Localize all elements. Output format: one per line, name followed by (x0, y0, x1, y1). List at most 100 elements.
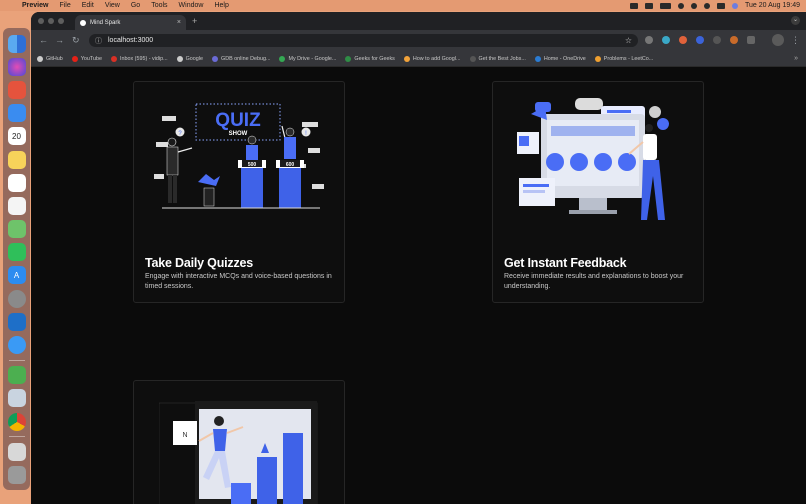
bookmark-item[interactable]: YouTube (71, 55, 102, 62)
preview-icon[interactable] (7, 389, 26, 408)
bookmark-label: Inbox (595) - vidip... (119, 55, 168, 62)
extension-icon-1[interactable] (662, 36, 670, 44)
finder-icon[interactable] (7, 34, 26, 53)
bookmark-item[interactable]: Google (176, 55, 203, 62)
address-bar[interactable]: ⓘ localhost:3000 ☆ (89, 34, 638, 47)
mail-icon[interactable] (7, 104, 26, 123)
url-text: localhost:3000 (108, 37, 154, 44)
extensions-puzzle-icon[interactable] (747, 36, 755, 44)
bookmark-item[interactable]: Inbox (595) - vidip... (110, 55, 168, 62)
numbers-icon[interactable] (7, 243, 26, 262)
new-tab-plus-icon[interactable]: + (192, 16, 197, 26)
vscode-icon[interactable] (7, 312, 26, 331)
metamask-extension-icon[interactable] (730, 36, 738, 44)
close-tab-icon[interactable]: × (177, 19, 181, 26)
site-info-icon[interactable]: ⓘ (95, 36, 102, 46)
minimize-window-button[interactable] (48, 18, 54, 24)
menu-help[interactable]: Help (214, 2, 228, 9)
bookmark-item[interactable]: GitHub (37, 55, 63, 62)
user-status-icon[interactable] (690, 2, 697, 9)
progress-chart-illustration: N (159, 401, 318, 504)
browser-toolbar: ← → ↻ ⓘ localhost:3000 ☆ ⋮ (31, 30, 806, 51)
reminders-icon[interactable] (7, 196, 26, 215)
bookmark-item[interactable]: Home - OneDrive (534, 55, 586, 62)
bookmark-label: YouTube (80, 55, 102, 62)
browser-window: Mind Spark × + ⌄ ← → ↻ ⓘ localhost:3000 … (31, 12, 806, 504)
bookmark-item[interactable]: Get the Best Jobs... (469, 55, 526, 62)
tab-search-chevron-icon[interactable]: ⌄ (791, 16, 800, 25)
macos-menu-bar: Preview File Edit View Go Tools Window H… (0, 0, 806, 11)
menu-app-name[interactable]: Preview (22, 2, 48, 9)
spotlight-search-icon[interactable] (703, 2, 710, 9)
bookmark-label: My Drive - Google... (288, 55, 337, 62)
more-bookmarks-chevron-icon[interactable]: » (794, 55, 798, 62)
extension-icon-3[interactable] (696, 36, 704, 44)
gamepad-status-icon[interactable] (629, 2, 638, 9)
chrome-icon[interactable] (7, 412, 26, 431)
documents-stack-icon[interactable] (7, 442, 26, 461)
freeform-icon[interactable] (7, 173, 26, 192)
volume-status-icon[interactable] (644, 2, 653, 9)
siri-app-icon[interactable] (7, 57, 26, 76)
app-store-icon[interactable]: A (7, 266, 26, 285)
menu-tools[interactable]: Tools (151, 2, 167, 9)
quiz-sign-text: QUIZ (215, 110, 261, 131)
browser-menu-icon[interactable]: ⋮ (791, 35, 800, 46)
android-studio-icon[interactable] (7, 366, 26, 385)
quiz-sign-subtext: SHOW (229, 131, 248, 137)
bookmark-favicon-icon (37, 55, 43, 62)
bookmark-favicon-icon (345, 55, 352, 62)
menu-bar-clock[interactable]: Tue 20 Aug 19:49 (745, 2, 800, 9)
zoom-window-button[interactable] (58, 18, 64, 24)
menu-view[interactable]: View (105, 2, 120, 9)
bookmark-item[interactable]: Geeks for Geeks (345, 55, 395, 62)
tab-mind-spark[interactable]: Mind Spark × (75, 15, 186, 30)
safari-icon[interactable] (7, 336, 26, 355)
bookmark-star-icon[interactable]: ☆ (625, 36, 632, 45)
feature-title: Take Daily Quizzes (145, 256, 254, 270)
bookmark-label: Home - OneDrive (543, 55, 586, 62)
bookmark-favicon-icon (594, 55, 601, 62)
siri-icon[interactable] (731, 2, 738, 9)
window-controls (38, 18, 64, 24)
wifi-status-icon[interactable] (677, 2, 684, 9)
system-settings-icon[interactable] (7, 289, 26, 308)
quiz-show-illustration: QUIZ SHOW ? 500 ! 600 (154, 103, 324, 209)
forward-arrow-icon[interactable]: → (55, 35, 64, 45)
dock-separator (8, 436, 25, 438)
bookmark-favicon-icon (71, 55, 78, 62)
menu-edit[interactable]: Edit (82, 2, 94, 9)
close-window-button[interactable] (38, 18, 44, 24)
svg-text:N: N (182, 432, 187, 439)
bookmark-item[interactable]: Problems - LeetCo... (594, 55, 653, 62)
back-arrow-icon[interactable]: ← (39, 35, 48, 45)
notes-icon[interactable] (7, 150, 26, 169)
bookmark-item[interactable]: My Drive - Google... (279, 55, 337, 62)
extension-icon-4[interactable] (713, 36, 721, 44)
bookmark-item[interactable]: How to add Googl... (403, 55, 461, 62)
trash-icon[interactable] (7, 465, 26, 484)
menu-window[interactable]: Window (179, 2, 204, 9)
feature-description: Engage with interactive MCQs and voice-b… (145, 273, 332, 290)
calendar-icon[interactable]: 20 (7, 127, 26, 146)
battery-status-icon[interactable] (659, 2, 671, 9)
tab-title: Mind Spark (90, 19, 121, 26)
bookmark-label: How to add Googl... (412, 55, 461, 62)
maps-icon[interactable] (7, 220, 26, 239)
profile-avatar-icon[interactable] (772, 34, 784, 46)
reload-icon[interactable]: ↻ (72, 35, 80, 46)
menu-file[interactable]: File (59, 2, 70, 9)
control-center-icon[interactable] (716, 2, 725, 9)
bookmark-label: GDB online Debug... (221, 55, 271, 62)
bookmark-label: Get the Best Jobs... (478, 55, 526, 62)
macos-dock: 20 A (3, 28, 30, 490)
bookmark-favicon-icon (279, 55, 286, 62)
launchpad-icon[interactable] (7, 80, 26, 99)
bookmark-favicon-icon (176, 55, 183, 62)
microphone-extension-icon[interactable] (645, 36, 653, 44)
bookmarks-bar: GitHub YouTube Inbox (595) - vidip... Googl… (31, 51, 806, 67)
menu-go[interactable]: Go (131, 2, 140, 9)
extension-icon-2[interactable] (679, 36, 687, 44)
bookmark-favicon-icon (469, 55, 476, 62)
bookmark-item[interactable]: GDB online Debug... (212, 55, 271, 62)
